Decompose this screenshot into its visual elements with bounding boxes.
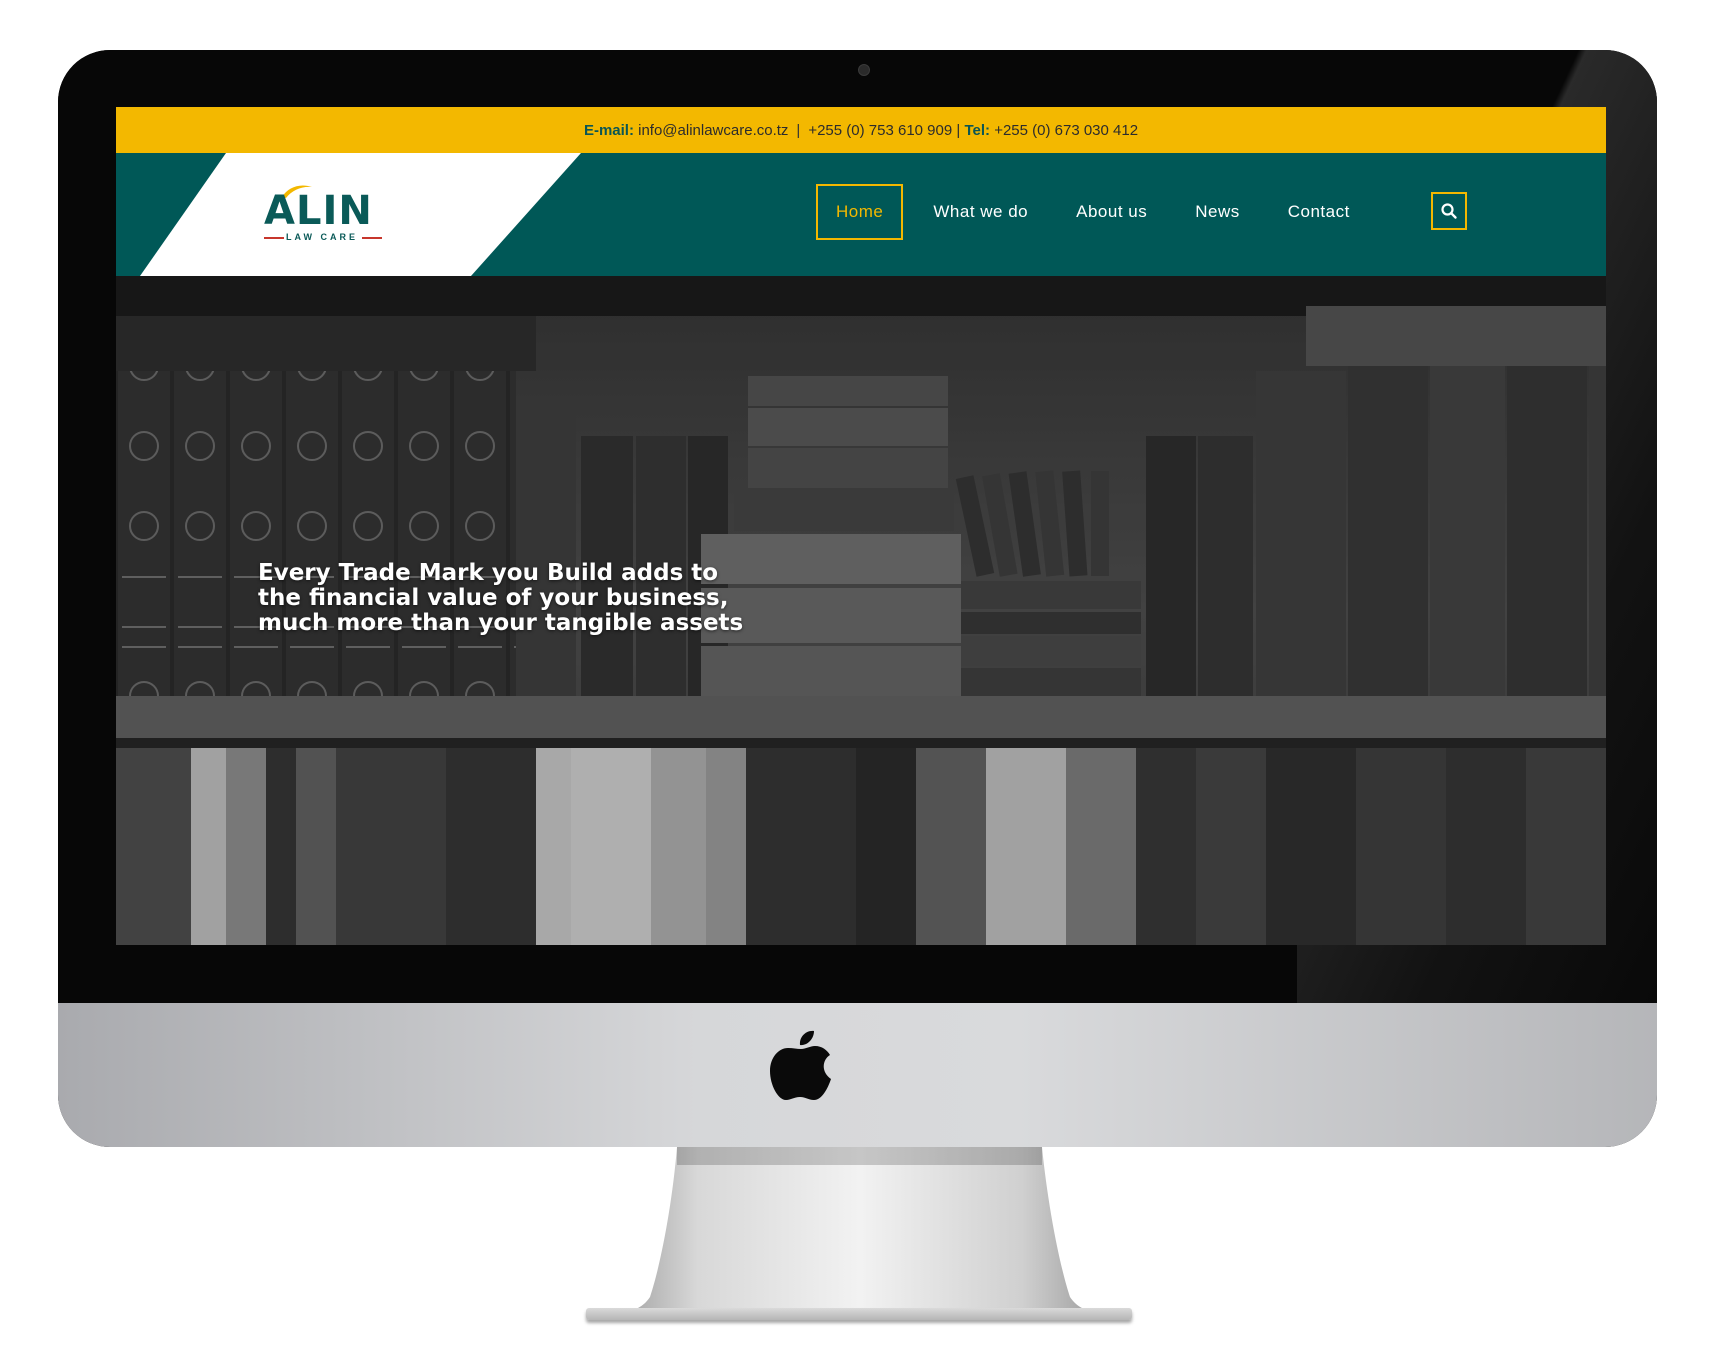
logo-rule-left xyxy=(264,237,284,239)
nav-contact[interactable]: Contact xyxy=(1270,185,1368,239)
email-link[interactable]: info@alinlawcare.co.tz xyxy=(638,122,788,139)
apple-logo-icon xyxy=(770,1030,831,1100)
hero-headline: Every Trade Mark you Build adds to the f… xyxy=(258,560,744,636)
logo-wordmark: ALIN xyxy=(264,188,373,234)
nav-what-we-do[interactable]: What we do xyxy=(915,185,1046,239)
phone-primary[interactable]: +255 (0) 753 610 909 xyxy=(808,122,952,139)
main-navbar: ALIN LAW CARE Home What we do About us N… xyxy=(116,153,1606,276)
separator: | xyxy=(796,121,801,139)
search-icon xyxy=(1441,203,1457,219)
hero-banner: Every Trade Mark you Build adds to the f… xyxy=(116,276,1606,945)
tel-label: Tel: xyxy=(964,121,991,139)
nav-menu: Home What we do About us News Contact xyxy=(816,184,1380,240)
nav-home[interactable]: Home xyxy=(816,184,904,240)
search-button[interactable] xyxy=(1431,192,1467,230)
nav-about-us[interactable]: About us xyxy=(1058,185,1165,239)
email-label: E-mail: xyxy=(583,121,634,139)
monitor-chin xyxy=(58,1003,1657,1147)
separator-2: | xyxy=(956,121,961,139)
logo-rule-right xyxy=(362,237,382,239)
logo-subtitle: LAW CARE xyxy=(286,232,358,242)
monitor-stand xyxy=(590,1147,1130,1315)
website-screen: E-mail: info@alinlawcare.co.tz | +255 (0… xyxy=(116,107,1606,945)
camera-icon xyxy=(858,64,870,76)
contact-topbar: E-mail: info@alinlawcare.co.tz | +255 (0… xyxy=(116,107,1606,153)
stand-base xyxy=(586,1308,1132,1320)
phone-secondary[interactable]: +255 (0) 673 030 412 xyxy=(994,122,1138,139)
nav-news[interactable]: News xyxy=(1177,185,1258,239)
site-logo[interactable]: ALIN LAW CARE xyxy=(264,185,388,243)
